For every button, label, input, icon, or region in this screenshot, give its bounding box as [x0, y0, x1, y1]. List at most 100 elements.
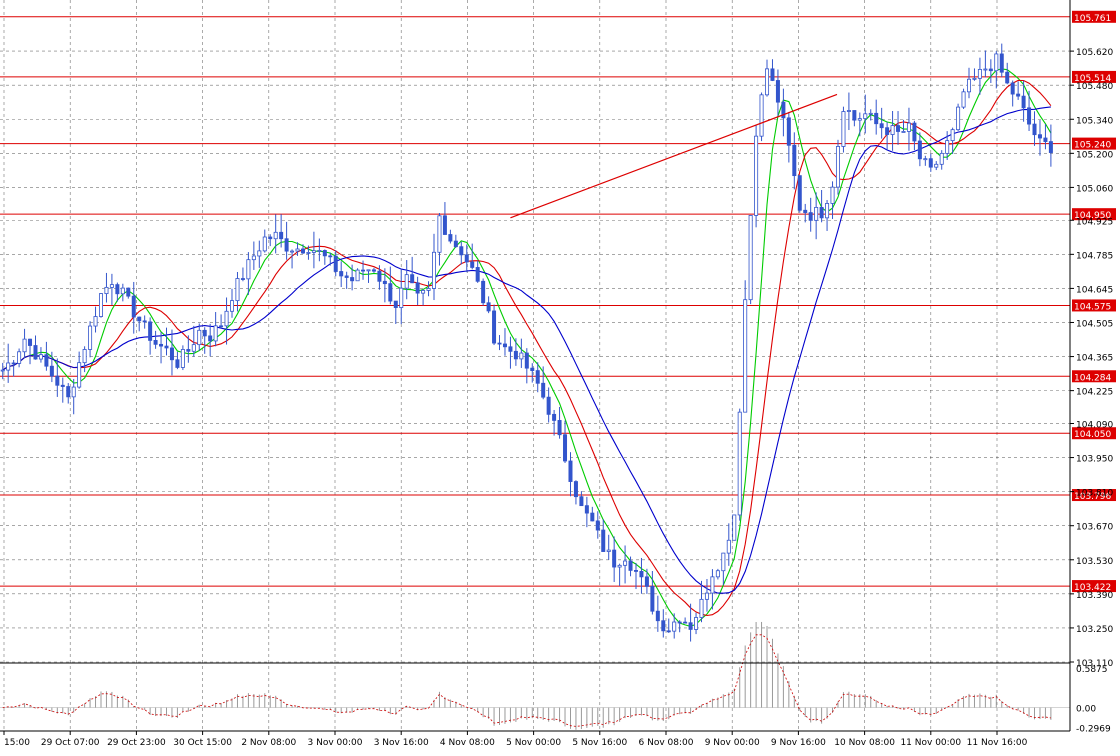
- candle-body: [868, 112, 873, 115]
- candle-body: [432, 251, 437, 289]
- candle-body: [257, 250, 262, 257]
- time-tick-label: 9 Nov 00:00: [705, 738, 760, 748]
- level-label: 104.284: [1074, 373, 1111, 383]
- candle-body: [497, 342, 502, 345]
- candle-body: [22, 338, 27, 353]
- candle-body: [290, 250, 295, 253]
- candle-body: [17, 351, 22, 364]
- candle-body: [459, 246, 464, 256]
- candle-body: [1043, 137, 1048, 142]
- candle-body: [606, 549, 611, 552]
- level-label: 105.761: [1074, 14, 1111, 24]
- candle-body: [1010, 82, 1015, 95]
- candle-body: [109, 284, 114, 288]
- candle-body: [852, 110, 857, 121]
- price-tick-label: 104.365: [1076, 354, 1113, 364]
- candle-body: [251, 255, 256, 261]
- price-tick-label: 104.090: [1076, 420, 1113, 430]
- candle-body: [519, 352, 524, 360]
- price-tick-label: 103.950: [1076, 455, 1113, 465]
- candle-body: [464, 254, 469, 263]
- price-tick-label: 105.060: [1076, 184, 1113, 194]
- candle-body: [382, 280, 387, 285]
- candle-body: [295, 248, 300, 252]
- candle-body: [683, 621, 688, 624]
- candle-body: [1048, 141, 1053, 153]
- time-tick-label: 2 Nov 08:00: [241, 738, 296, 748]
- candle-body: [377, 270, 382, 282]
- candle-body: [633, 570, 638, 572]
- candle-body: [38, 354, 43, 360]
- candle-body: [846, 110, 851, 112]
- time-tick-label: 30 Oct 15:00: [173, 738, 232, 748]
- candle-body: [546, 396, 551, 415]
- candle-body: [748, 215, 753, 301]
- candle-body: [814, 206, 819, 221]
- candle-body: [825, 203, 830, 219]
- candle-body: [219, 325, 224, 328]
- candle-body: [93, 316, 98, 327]
- candle-body: [44, 354, 49, 367]
- candle-body: [55, 375, 60, 386]
- candle-body: [999, 53, 1004, 73]
- candle-body: [934, 163, 939, 168]
- candle-body: [164, 345, 169, 349]
- candle-body: [426, 288, 431, 291]
- candle-body: [186, 349, 191, 352]
- candle-body: [33, 345, 38, 360]
- candle-body: [808, 212, 813, 221]
- candle-body: [508, 346, 513, 352]
- candle-body: [595, 520, 600, 531]
- candle-body: [939, 152, 944, 165]
- candle-body: [311, 250, 316, 253]
- candle-body: [71, 386, 76, 398]
- candle-body: [726, 539, 731, 554]
- candle-body: [137, 316, 142, 322]
- candle-body: [1021, 95, 1026, 109]
- candle-body: [972, 77, 977, 80]
- candle-body: [896, 125, 901, 132]
- candle-body: [104, 286, 109, 295]
- candle-body: [524, 352, 529, 369]
- candle-body: [945, 140, 950, 154]
- candle-body: [126, 287, 131, 297]
- candle-body: [967, 78, 972, 93]
- candle-body: [677, 621, 682, 624]
- price-tick-label: 104.505: [1076, 319, 1113, 329]
- candle-body: [470, 261, 475, 268]
- candle-body: [240, 278, 245, 280]
- candle-body: [246, 259, 251, 280]
- time-tick-label: 3 Nov 00:00: [308, 738, 363, 748]
- time-tick-label: 6 Nov 08:00: [639, 738, 694, 748]
- candle-body: [754, 135, 759, 216]
- candle-body: [552, 413, 557, 421]
- candle-body: [159, 343, 164, 347]
- candle-body: [486, 302, 491, 312]
- candle-body: [339, 271, 344, 277]
- candle-body: [213, 325, 218, 342]
- time-tick-label: 29 Oct 23:00: [107, 738, 166, 748]
- candle-body: [541, 382, 546, 398]
- candle-body: [672, 621, 677, 632]
- candle-body: [994, 53, 999, 72]
- candle-body: [333, 255, 338, 272]
- candle-body: [715, 570, 720, 578]
- candle-body: [1027, 107, 1032, 125]
- candle-body: [906, 122, 911, 132]
- candle-body: [197, 329, 202, 346]
- candle-body: [148, 321, 153, 341]
- candle-body: [77, 362, 82, 388]
- price-tick-label: 104.925: [1076, 217, 1113, 227]
- candle-body: [786, 117, 791, 146]
- candle-body: [393, 300, 398, 308]
- candle-body: [235, 278, 240, 302]
- candle-body: [98, 293, 103, 317]
- level-label: 105.240: [1074, 141, 1111, 151]
- candle-body: [82, 349, 87, 364]
- candle-body: [628, 560, 633, 571]
- candle-body: [737, 411, 742, 516]
- candle-body: [579, 496, 584, 507]
- candle-body: [273, 231, 278, 240]
- candle-body: [803, 209, 808, 213]
- candle-body: [601, 529, 606, 552]
